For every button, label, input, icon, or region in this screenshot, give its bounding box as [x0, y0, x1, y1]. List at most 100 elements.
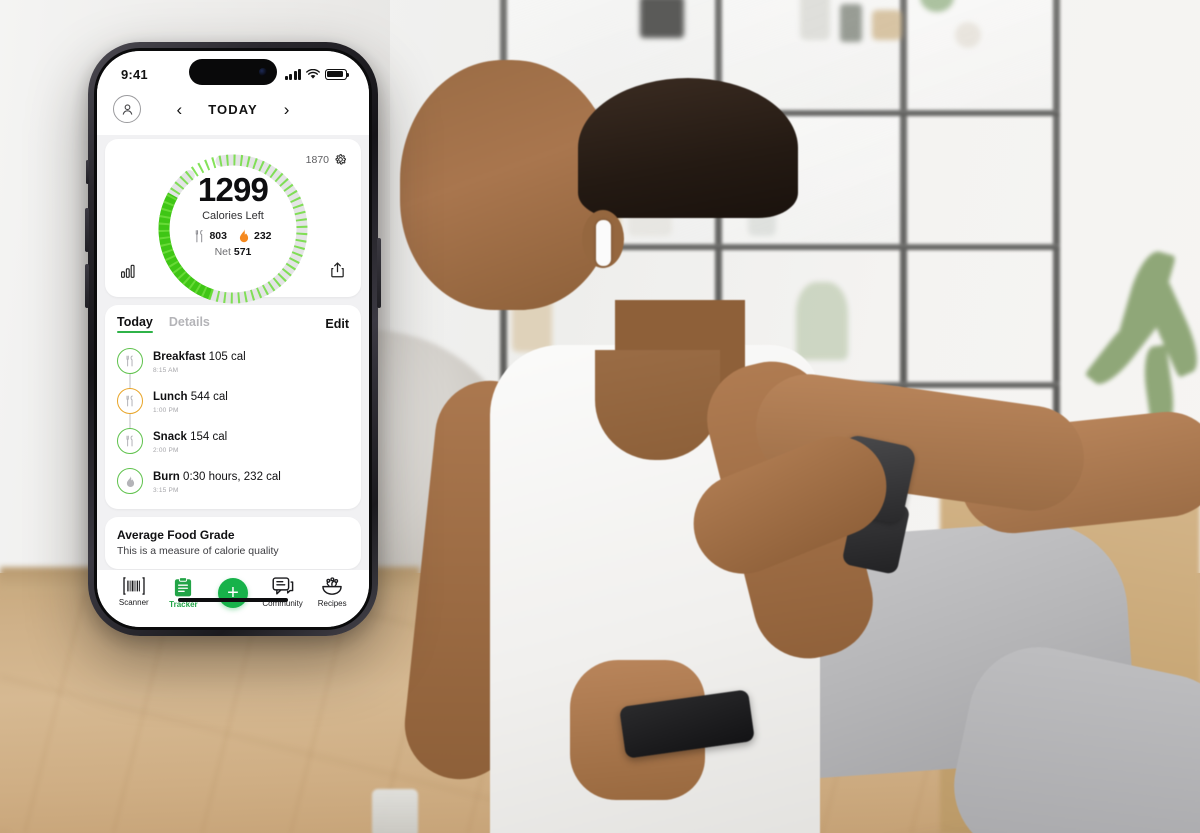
- list-item-text: Snack 154 cal 2:00 PM: [153, 427, 227, 455]
- list-item[interactable]: Lunch 544 cal 1:00 PM: [117, 381, 349, 421]
- tab-today[interactable]: Today: [117, 315, 153, 333]
- list-item-title: Burn 0:30 hours, 232 cal: [153, 471, 281, 483]
- cutlery-icon: [117, 428, 143, 454]
- tabbar-bottom-pad: [97, 609, 369, 627]
- silent-switch[interactable]: [86, 160, 89, 184]
- front-camera-icon: [259, 68, 267, 76]
- date-navigator: ‹ TODAY ›: [151, 101, 315, 118]
- list-item[interactable]: Snack 154 cal 2:00 PM: [117, 421, 349, 461]
- chevron-left-icon[interactable]: ‹: [177, 101, 183, 118]
- tab-community[interactable]: Community: [258, 577, 308, 608]
- tank-neckline: [595, 350, 720, 460]
- plus-icon[interactable]: +: [217, 578, 248, 608]
- phone-device: 9:41 ‹ TODAY › 1870 1299 Calories Left 8…: [85, 42, 381, 636]
- list-item-text: Burn 0:30 hours, 232 cal 3:15 PM: [153, 467, 281, 495]
- calories-left-value: 1299: [197, 170, 269, 208]
- edit-button[interactable]: Edit: [325, 317, 349, 331]
- tab-label: Recipes: [317, 599, 347, 608]
- add-entry-button[interactable]: +: [208, 577, 258, 608]
- tab-scanner[interactable]: Scanner: [109, 577, 159, 607]
- earbud-icon: [596, 220, 611, 266]
- hair: [578, 78, 798, 218]
- calorie-summary-card: 1870 1299 Calories Left 803 232 Net 571: [105, 139, 361, 304]
- food-grade-card[interactable]: Average Food Grade This is a measure of …: [105, 517, 361, 569]
- scene-root: 9:41 ‹ TODAY › 1870 1299 Calories Left 8…: [0, 0, 1200, 833]
- entries-card: Today Details Edit Breakfast 105 cal 8:1…: [105, 305, 361, 509]
- tab-tracker[interactable]: Tracker: [159, 577, 209, 609]
- entry-name: Lunch: [153, 391, 188, 404]
- chevron-right-icon[interactable]: ›: [284, 101, 290, 118]
- app-nav-bar: ‹ TODAY ›: [97, 93, 369, 135]
- entry-time: 8:15 AM: [153, 367, 179, 375]
- glass-jar: [372, 789, 418, 833]
- scroll-content: 1870 1299 Calories Left 803 232 Net 571 …: [97, 135, 369, 570]
- entry-name: Burn: [153, 471, 180, 484]
- entry-time: 1:00 PM: [153, 407, 179, 415]
- burn-value: 232: [254, 229, 272, 242]
- cutlery-icon: [117, 348, 143, 374]
- volume-down-button[interactable]: [85, 264, 89, 308]
- list-item[interactable]: Burn 0:30 hours, 232 cal 3:15 PM: [117, 461, 349, 501]
- phone-bezel: 9:41 ‹ TODAY › 1870 1299 Calories Left 8…: [94, 48, 372, 630]
- chat-bubbles-icon: [272, 577, 293, 595]
- list-item-text: Breakfast 105 cal 8:15 AM: [153, 347, 246, 375]
- list-item[interactable]: Breakfast 105 cal 8:15 AM: [117, 341, 349, 381]
- food-intake-value: 803: [209, 229, 227, 242]
- entry-detail: 0:30 hours, 232 cal: [183, 471, 281, 484]
- entries-list: Breakfast 105 cal 8:15 AM Lunch 544 cal …: [117, 341, 349, 501]
- share-icon[interactable]: [330, 262, 345, 283]
- tab-details[interactable]: Details: [169, 315, 210, 333]
- page-title: TODAY: [208, 101, 258, 117]
- entry-time: 2:00 PM: [153, 447, 179, 455]
- entry-detail: 544 cal: [190, 391, 228, 404]
- net-value: 571: [233, 245, 252, 258]
- dynamic-island: [189, 59, 277, 85]
- food-grade-title: Average Food Grade: [117, 528, 235, 542]
- bottom-tab-bar: Scanner Tracker + Community Recipes: [97, 570, 369, 609]
- calorie-ring-wrap: 1870 1299 Calories Left 803 232 Net 571: [117, 147, 349, 304]
- macro-row: 803 232: [158, 229, 308, 243]
- food-grade-subtitle: This is a measure of calorie quality: [117, 545, 279, 557]
- entry-detail: 154 cal: [190, 431, 228, 444]
- clipboard-icon: [175, 577, 192, 597]
- list-item-title: Snack 154 cal: [153, 431, 227, 443]
- bar-chart-icon[interactable]: [120, 264, 137, 283]
- entry-name: Snack: [153, 431, 187, 444]
- gear-icon[interactable]: [334, 153, 347, 166]
- entry-detail: 105 cal: [208, 351, 246, 364]
- tab-label: Scanner: [118, 598, 149, 607]
- salad-bowl-icon: [322, 577, 342, 595]
- net-row: Net 571: [158, 246, 308, 258]
- entry-name: Breakfast: [153, 351, 206, 364]
- status-time: 9:41: [121, 66, 148, 82]
- calories-left-label: Calories Left: [202, 209, 264, 222]
- net-label: Net: [214, 245, 231, 258]
- status-indicators: [284, 68, 350, 80]
- user-avatar-icon[interactable]: [113, 95, 141, 123]
- daily-goal-value: 1870: [305, 153, 329, 166]
- cutlery-icon: [196, 229, 204, 242]
- flame-icon: [239, 229, 249, 243]
- food-intake-stat: 803: [194, 229, 227, 242]
- tab-recipes[interactable]: Recipes: [307, 577, 357, 608]
- cellular-signal-icon: [284, 68, 301, 80]
- person-photo: [399, 60, 1200, 833]
- entries-tabs: Today Details Edit: [117, 315, 349, 333]
- daily-goal-row[interactable]: 1870: [306, 153, 347, 166]
- calorie-ring-center: 1299 Calories Left 803 232 Net 571: [158, 173, 308, 258]
- cutlery-icon: [117, 388, 143, 414]
- list-item-text: Lunch 544 cal 1:00 PM: [153, 387, 228, 415]
- list-item-title: Breakfast 105 cal: [153, 351, 246, 363]
- burn-stat: 232: [238, 229, 272, 243]
- wifi-icon: [306, 68, 320, 79]
- status-bar: 9:41: [97, 51, 369, 93]
- battery-icon: [325, 68, 350, 80]
- entry-time: 3:15 PM: [153, 487, 179, 495]
- volume-up-button[interactable]: [85, 208, 89, 252]
- phone-screen: 9:41 ‹ TODAY › 1870 1299 Calories Left 8…: [97, 51, 369, 627]
- barcode-scanner-icon: [123, 577, 145, 595]
- flame-icon: [117, 468, 143, 494]
- list-item-title: Lunch 544 cal: [153, 391, 228, 403]
- home-indicator[interactable]: [178, 598, 288, 602]
- power-button[interactable]: [377, 238, 381, 308]
